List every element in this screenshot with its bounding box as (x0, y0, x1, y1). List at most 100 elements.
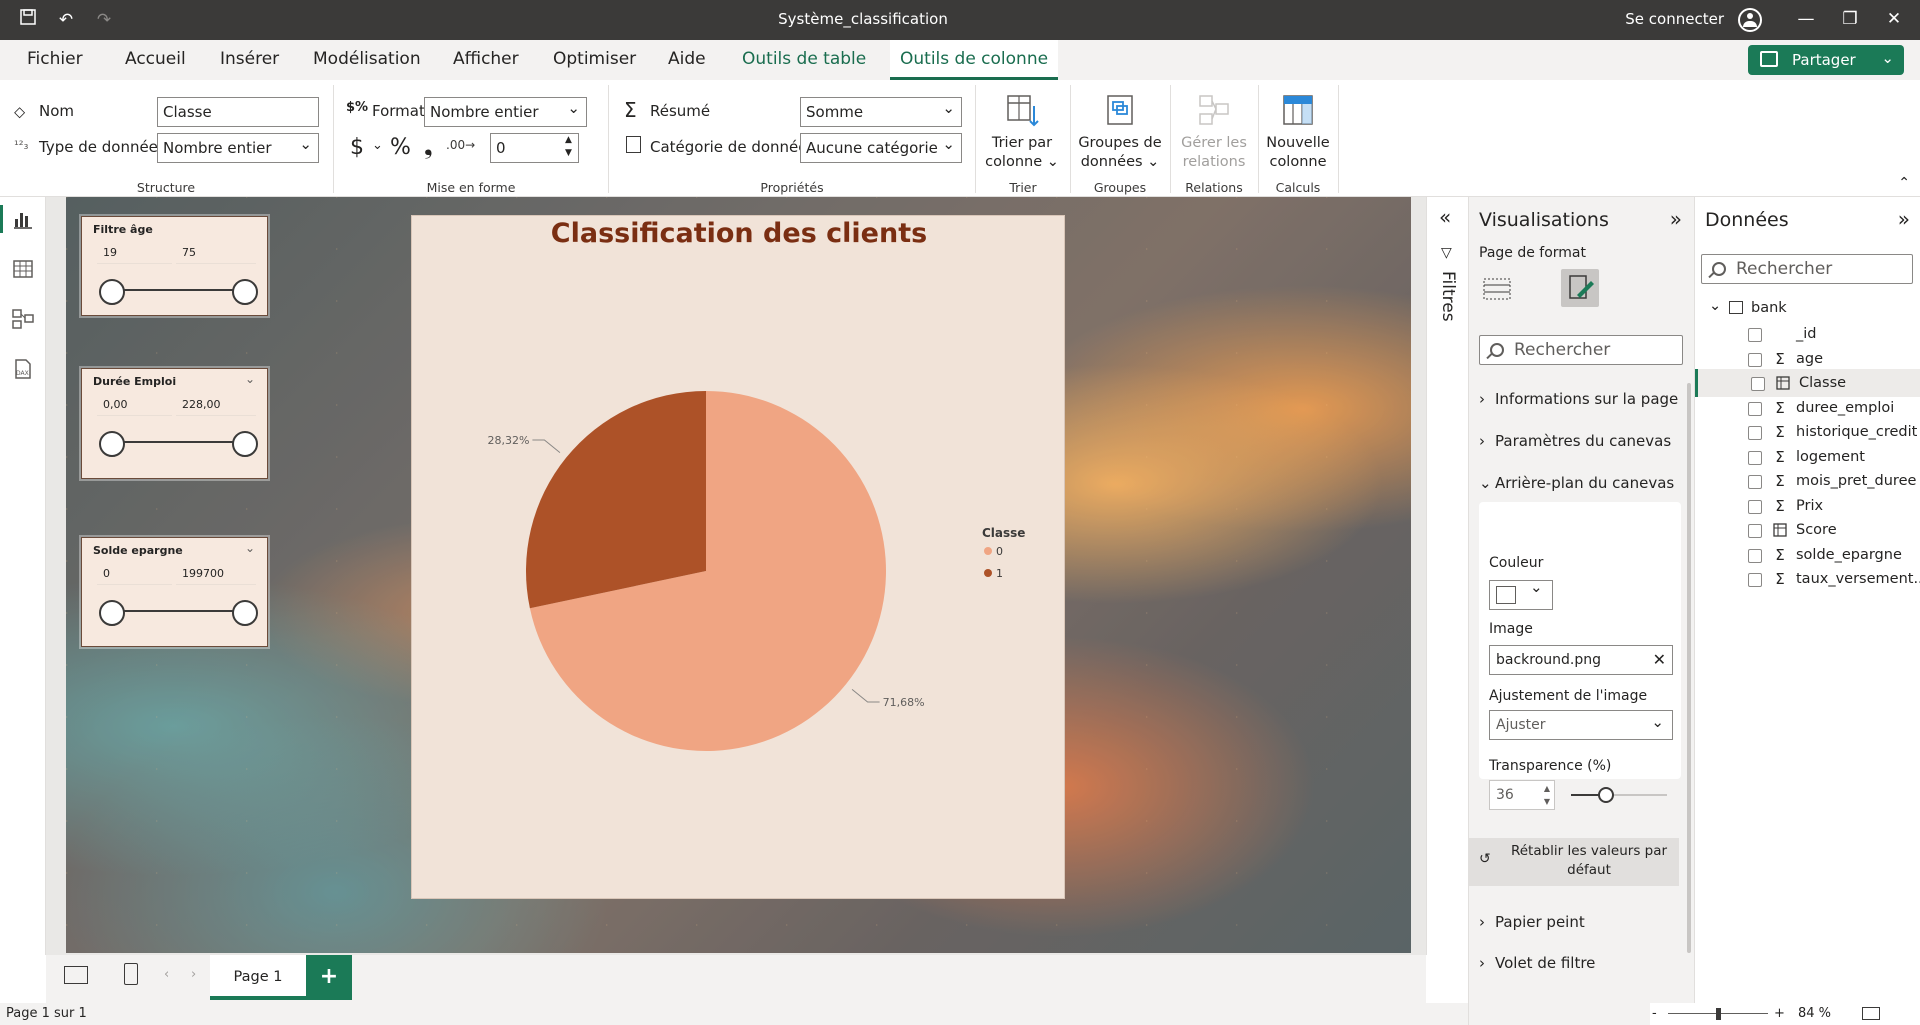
menu-aide[interactable]: Aide (668, 40, 706, 80)
type-select[interactable]: Nombre entier (157, 133, 319, 163)
currency-button[interactable]: $ (350, 135, 364, 160)
slicer-max-handle[interactable] (232, 279, 258, 305)
field-checkbox[interactable] (1751, 377, 1765, 391)
desktop-layout-icon[interactable] (64, 966, 88, 984)
resume-select[interactable]: Somme (800, 97, 962, 127)
sign-in-link[interactable]: Se connecter (1625, 0, 1724, 38)
legend-marker[interactable] (984, 569, 992, 577)
chevron-down-icon[interactable]: ⌄ (245, 541, 255, 555)
field-checkbox[interactable] (1748, 401, 1762, 416)
menu-afficher[interactable]: Afficher (453, 40, 519, 80)
transparence-input[interactable]: 36 ▲ ▼ (1489, 780, 1555, 810)
share-button[interactable]: Partager ⌄ (1748, 45, 1904, 75)
ajustement-select[interactable]: Ajuster ⌄ (1489, 710, 1673, 740)
collapse-ribbon-icon[interactable]: ⌃ (1898, 175, 1910, 191)
slicer-max-input[interactable]: 228,00 (176, 394, 256, 416)
report-canvas[interactable]: Filtre âge 19 75 Durée Emploi ⌄ 0,00 228… (66, 197, 1411, 953)
report-view-icon[interactable] (11, 207, 35, 231)
data-groups-button[interactable]: Groupes de données ⌄ (1075, 92, 1165, 172)
field-checkbox[interactable] (1748, 499, 1762, 514)
menu-modelisation[interactable]: Modélisation (313, 40, 421, 80)
categorie-select[interactable]: Aucune catégorie (800, 133, 962, 163)
spinner-icon[interactable]: ▲ ▼ (565, 134, 572, 160)
collapse-pane-icon[interactable]: » (1670, 207, 1682, 231)
reset-defaults-button[interactable]: ↺ Rétablir les valeurs par défaut (1469, 838, 1679, 886)
field-item[interactable]: Σtaux_versement... (1695, 565, 1920, 593)
section-informations-page[interactable]: › Informations sur la page (1479, 390, 1678, 408)
menu-outils-de-table[interactable]: Outils de table (742, 40, 866, 80)
field-checkbox[interactable] (1748, 426, 1762, 440)
prev-page-icon[interactable]: ‹ (164, 967, 169, 982)
field-checkbox[interactable] (1748, 328, 1762, 342)
zoom-in-button[interactable]: + (1774, 1003, 1785, 1025)
comma-button[interactable]: ❟ (424, 135, 433, 160)
sort-by-column-button[interactable]: Trier par colonne ⌄ (980, 92, 1064, 172)
pane-scrollbar[interactable] (1687, 383, 1691, 953)
mobile-layout-icon[interactable] (124, 963, 138, 985)
field-checkbox[interactable] (1748, 524, 1762, 538)
spinner-icon[interactable]: ▲ ▼ (1544, 782, 1550, 808)
slicer-solde-epargne[interactable]: Solde epargne ⌄ 0 199700 (81, 537, 268, 647)
expand-icon[interactable]: « (1439, 205, 1451, 229)
section-papier-peint[interactable]: › Papier peint (1479, 913, 1585, 931)
filters-pane-collapsed[interactable]: « ▽ Filtres (1426, 197, 1468, 955)
chevron-down-icon[interactable]: ⌄ (245, 372, 255, 386)
legend-item[interactable]: 0 (996, 545, 1003, 558)
page-tab[interactable]: Page 1 (210, 955, 306, 1000)
pie-chart-visual[interactable]: 71,68% 28,32% Classe 0 1 Classification des … (411, 215, 1065, 899)
format-select[interactable]: Nombre entier (424, 97, 587, 127)
slider-thumb[interactable] (1597, 787, 1614, 803)
close-icon[interactable]: ✕ (1874, 0, 1914, 40)
transparence-slider[interactable] (1571, 787, 1667, 803)
field-checkbox[interactable] (1748, 548, 1762, 563)
pie-slice-1[interactable] (526, 391, 706, 609)
collapse-pane-icon[interactable]: » (1898, 207, 1910, 231)
data-search-input[interactable]: Rechercher (1701, 254, 1913, 284)
next-page-icon[interactable]: › (191, 967, 196, 982)
slicer-duree-emploi[interactable]: Durée Emploi ⌄ 0,00 228,00 (81, 368, 268, 479)
manage-relations-button[interactable]: Gérer les relations (1174, 92, 1254, 172)
fit-to-page-icon[interactable] (1862, 1007, 1880, 1020)
section-volet-de-filtre[interactable]: › Volet de filtre (1479, 954, 1595, 972)
field-checkbox[interactable] (1748, 352, 1762, 367)
field-checkbox[interactable] (1748, 450, 1762, 465)
slicer-min-handle[interactable] (99, 431, 125, 457)
zoom-slider-thumb[interactable] (1716, 1008, 1721, 1020)
viz-search-input[interactable]: Rechercher (1479, 335, 1683, 365)
add-page-button[interactable]: + (306, 955, 352, 1000)
decimal-icon[interactable]: .00→ (446, 138, 475, 152)
chevron-down-icon[interactable]: ⌄ (372, 138, 383, 153)
field-checkbox[interactable] (1748, 573, 1762, 587)
new-column-button[interactable]: Nouvelle colonne (1262, 92, 1334, 172)
image-input[interactable]: backround.png ✕ (1489, 645, 1673, 675)
avatar[interactable] (1738, 8, 1762, 32)
slicer-age[interactable]: Filtre âge 19 75 (81, 216, 268, 316)
nom-input[interactable]: Classe (157, 97, 319, 127)
minimize-icon[interactable]: — (1786, 0, 1826, 40)
menu-inserer[interactable]: Insérer (220, 40, 279, 80)
dax-query-icon[interactable]: DAX (11, 357, 35, 381)
menu-fichier[interactable]: Fichier (27, 40, 83, 80)
slicer-min-input[interactable]: 19 (97, 242, 172, 264)
table-node-bank[interactable]: ⌄ bank (1695, 294, 1920, 322)
build-visual-icon[interactable] (1481, 273, 1513, 305)
format-page-icon[interactable] (1561, 269, 1599, 307)
restore-icon[interactable]: ❐ (1830, 0, 1870, 40)
slicer-min-input[interactable]: 0 (97, 563, 172, 585)
pie-chart[interactable]: 71,68% 28,32% Classe 0 1 (412, 216, 1066, 900)
menu-optimiser[interactable]: Optimiser (553, 40, 636, 80)
slicer-max-input[interactable]: 75 (176, 242, 256, 264)
model-view-icon[interactable] (11, 307, 35, 331)
slicer-max-handle[interactable] (232, 600, 258, 626)
slicer-min-handle[interactable] (99, 279, 125, 305)
slicer-min-handle[interactable] (99, 600, 125, 626)
percent-button[interactable]: % (390, 135, 411, 160)
slicer-max-input[interactable]: 199700 (176, 563, 256, 585)
slicer-min-input[interactable]: 0,00 (97, 394, 172, 416)
legend-item[interactable]: 1 (996, 567, 1003, 580)
section-parametres-canevas[interactable]: › Paramètres du canevas (1479, 432, 1671, 450)
section-arriere-plan-canevas[interactable]: ⌄ Arrière-plan du canevas (1479, 474, 1674, 492)
menu-accueil[interactable]: Accueil (125, 40, 186, 80)
table-view-icon[interactable] (11, 257, 35, 281)
color-picker[interactable]: ⌄ (1489, 578, 1553, 610)
